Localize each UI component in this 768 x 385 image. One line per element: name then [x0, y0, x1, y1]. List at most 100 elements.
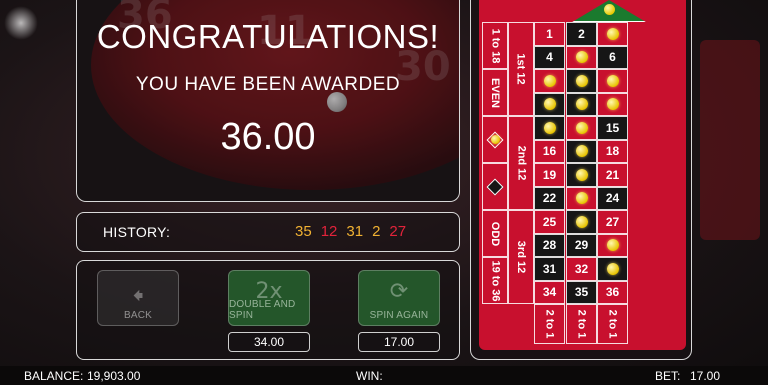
chip	[575, 145, 588, 158]
chip	[606, 98, 619, 111]
column-bet-3[interactable]: 2 to 1	[597, 304, 628, 344]
number-label: 28	[542, 238, 557, 253]
chip	[543, 121, 556, 134]
number-label: 2	[578, 26, 585, 41]
chip	[606, 74, 619, 87]
number-cell[interactable]: 34	[534, 280, 565, 304]
chip	[575, 51, 588, 64]
background-decoration	[700, 40, 760, 240]
number-cell[interactable]: 25	[534, 210, 565, 234]
outside-bet[interactable]	[482, 163, 508, 210]
dozen-bet-2[interactable]: 2nd 12	[508, 116, 534, 210]
number-cell[interactable]	[566, 69, 597, 93]
number-cell[interactable]: 4	[534, 45, 565, 69]
table-light-decoration	[4, 6, 38, 40]
outside-bet-label: 1 to 18	[489, 28, 502, 63]
result-video-panel: 36 11 30 CONGRATULATIONS! YOU HAVE BEEN …	[76, 0, 460, 202]
number-cell[interactable]	[597, 233, 628, 257]
number-label: 6	[609, 50, 616, 65]
betting-board: 1 2 4 6 15 16 18 19 21 22 24 25 27 28 29 31 32 34 35 36 1st …	[479, 0, 686, 350]
history-number: 12	[320, 223, 338, 240]
number-cell[interactable]: 36	[597, 280, 628, 304]
number-label: 16	[542, 144, 557, 159]
number-cell[interactable]	[597, 69, 628, 93]
chip	[543, 98, 556, 111]
number-label: 15	[605, 120, 620, 135]
bet-label: BET:	[655, 369, 681, 383]
number-cell[interactable]: 19	[534, 163, 565, 187]
history-number: 35	[295, 223, 312, 240]
number-cell[interactable]	[566, 186, 597, 210]
number-cell[interactable]: 32	[566, 257, 597, 281]
number-cell[interactable]: 22	[534, 186, 565, 210]
dozen-bet-3[interactable]: 3rd 12	[508, 210, 534, 304]
number-cell[interactable]	[597, 22, 628, 46]
number-label: 29	[574, 238, 589, 253]
number-cell[interactable]	[597, 92, 628, 116]
number-cell[interactable]	[566, 92, 597, 116]
number-label: 36	[605, 285, 620, 300]
number-cell[interactable]	[566, 45, 597, 69]
column-bet-label: 2 to 1	[543, 309, 556, 339]
chip	[543, 74, 556, 87]
history-bar: HISTORY: 35 12 31 2 27	[76, 212, 460, 252]
number-cell[interactable]: 2	[566, 22, 597, 46]
dozen-bet-1[interactable]: 1st 12	[508, 22, 534, 116]
status-bar: BALANCE: 19,903.00 WIN: BET: 17.00	[0, 366, 768, 385]
spin-again-button[interactable]: ⟳ SPIN AGAIN	[358, 270, 440, 326]
outside-bet-label: EVEN	[489, 77, 501, 108]
column-bet-label: 2 to 1	[606, 309, 619, 339]
outside-bet-label: ODD	[489, 221, 502, 246]
number-cell[interactable]	[566, 210, 597, 234]
number-cell[interactable]: 18	[597, 139, 628, 163]
chip	[575, 168, 588, 181]
chip	[606, 239, 619, 252]
chip	[575, 98, 588, 111]
action-panel: 🠸 BACK 2x DOUBLE AND SPIN ⟳ SPIN AGAIN 3…	[76, 260, 460, 360]
chip	[606, 27, 619, 40]
number-cell[interactable]: 6	[597, 45, 628, 69]
chip	[575, 192, 588, 205]
column-bet-1[interactable]: 2 to 1	[534, 304, 565, 344]
outside-bet[interactable]	[482, 116, 508, 163]
number-cell[interactable]	[534, 116, 565, 140]
chip	[606, 262, 619, 275]
number-cell[interactable]: 21	[597, 163, 628, 187]
number-cell[interactable]: 28	[534, 233, 565, 257]
number-cell[interactable]	[566, 139, 597, 163]
outside-bet[interactable]: EVEN	[482, 69, 508, 116]
chip	[490, 135, 500, 144]
number-cell[interactable]: 27	[597, 210, 628, 234]
double-and-spin-button[interactable]: 2x DOUBLE AND SPIN	[228, 270, 310, 326]
chip	[575, 215, 588, 228]
number-cell[interactable]: 29	[566, 233, 597, 257]
bet-value: 17.00	[690, 369, 721, 383]
number-cell[interactable]	[597, 257, 628, 281]
back-button[interactable]: 🠸 BACK	[97, 270, 179, 326]
number-cell[interactable]: 16	[534, 139, 565, 163]
number-label: 22	[542, 191, 557, 206]
number-cell[interactable]	[566, 116, 597, 140]
number-cell[interactable]: 31	[534, 257, 565, 281]
number-cell[interactable]	[534, 69, 565, 93]
number-label: 1	[546, 26, 553, 41]
number-cell[interactable]	[566, 163, 597, 187]
number-label: 31	[542, 261, 557, 276]
number-label: 21	[605, 167, 620, 182]
column-bet-2[interactable]: 2 to 1	[566, 304, 597, 344]
number-cell[interactable]: 1	[534, 22, 565, 46]
double-amount-display: 34.00	[228, 332, 310, 352]
chip	[575, 74, 588, 87]
double-icon: 2x	[255, 279, 283, 304]
number-cell[interactable]	[534, 92, 565, 116]
number-label: 34	[542, 285, 557, 300]
number-label: 18	[605, 144, 620, 159]
outside-bet[interactable]: ODD	[482, 210, 508, 257]
number-cell[interactable]: 24	[597, 186, 628, 210]
number-cell[interactable]: 15	[597, 116, 628, 140]
outside-bet[interactable]: 19 to 36	[482, 257, 508, 304]
balance-value: 19,903.00	[87, 369, 141, 383]
awarded-label: YOU HAVE BEEN AWARDED	[135, 74, 401, 95]
number-cell[interactable]: 35	[566, 280, 597, 304]
outside-bet[interactable]: 1 to 18	[482, 22, 508, 69]
